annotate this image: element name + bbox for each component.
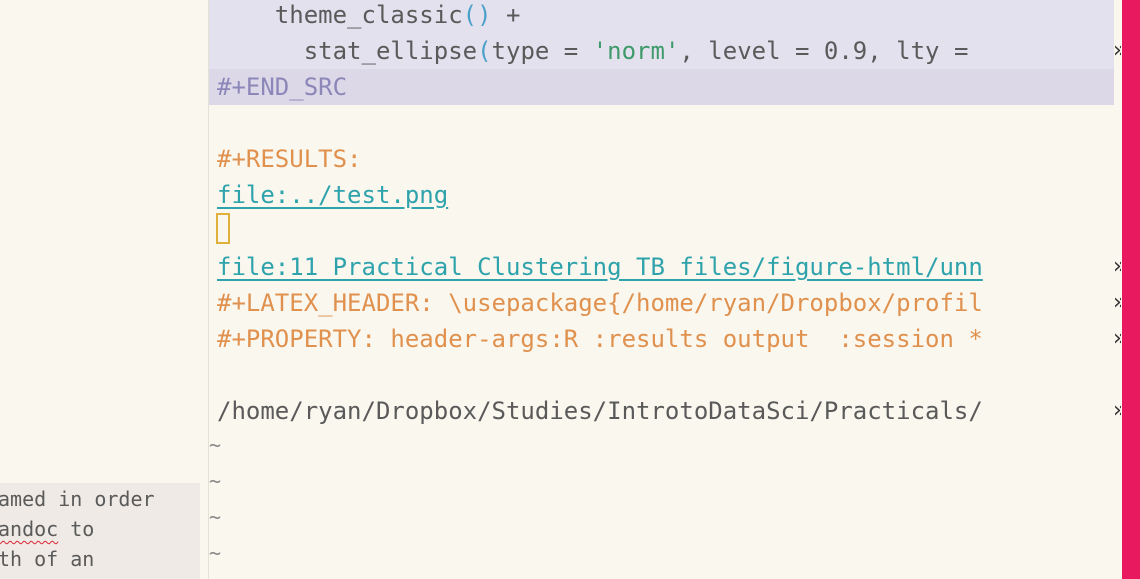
truncation-marker: »: [1113, 254, 1127, 279]
documentation-popup: amed in order andoc to th of an: [0, 483, 200, 579]
end-src-line[interactable]: #+END_SRC: [209, 69, 1114, 105]
code-line-theme-classic[interactable]: theme_classic() +: [209, 0, 1114, 33]
string-literal: 'norm': [592, 37, 680, 65]
function-name: theme_classic: [274, 1, 463, 29]
results-label[interactable]: #+RESULTS:: [209, 141, 1114, 177]
results-link-line[interactable]: file:../test.png: [209, 177, 1114, 213]
code-line-stat-ellipse[interactable]: stat_ellipse(type = 'norm', level = 0.9,…: [209, 33, 1114, 69]
spelling-error[interactable]: andoc: [0, 517, 58, 541]
popup-line-2: andoc to: [0, 517, 95, 541]
scrollbar-thumb[interactable]: [1122, 0, 1140, 579]
latex-header-line[interactable]: #+LATEX_HEADER: \usepackage{/home/ryan/D…: [209, 285, 1114, 321]
function-name: stat_ellipse: [303, 37, 478, 65]
figure-link-line[interactable]: file:11_Practical_Clustering_TB_files/fi…: [209, 249, 1114, 285]
path-line[interactable]: /home/ryan/Dropbox/Studies/IntrotoDataSc…: [209, 393, 1114, 429]
popup-line-1: amed in order: [0, 487, 155, 511]
property-line[interactable]: #+PROPERTY: header-args:R :results outpu…: [209, 321, 1114, 357]
truncation-marker: »: [1113, 290, 1127, 315]
truncation-marker: »: [1113, 398, 1127, 423]
truncation-marker: »: [1113, 38, 1127, 63]
results-file-link[interactable]: file:../test.png: [217, 181, 448, 209]
truncation-marker: »: [1113, 326, 1127, 351]
editor-pane[interactable]: theme_classic() + stat_ellipse(type = 'n…: [209, 0, 1121, 579]
empty-line-marker: ~: [209, 505, 222, 529]
empty-line-marker: ~: [209, 541, 222, 565]
text-cursor: [216, 213, 230, 244]
empty-line-marker: ~: [209, 433, 222, 457]
popup-line-3: th of an: [0, 547, 95, 571]
figure-file-link[interactable]: file:11_Practical_Clustering_TB_files/fi…: [217, 253, 983, 281]
empty-line-marker: ~: [209, 469, 222, 493]
